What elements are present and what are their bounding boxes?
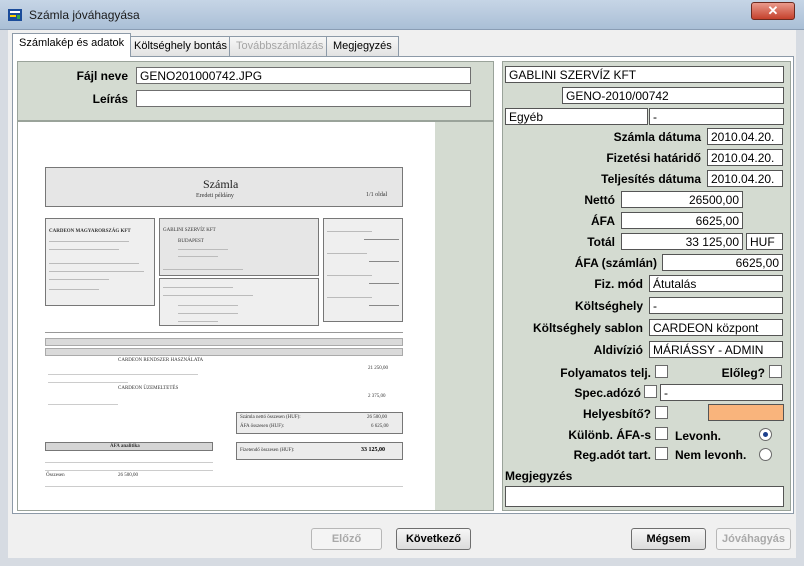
note-field[interactable] (505, 486, 784, 507)
item-2-name: CARDEON ÜZEMELTETÉS (118, 386, 179, 391)
item-1-name: CARDEON RENDSZER HASZNÁLATA (118, 358, 204, 363)
invoice-header-box: Számla Eredeti példány 1/1 oldal (45, 167, 403, 207)
deductible-radio[interactable] (759, 428, 772, 441)
deductible-label: Levonh. (675, 429, 722, 443)
title-bar: Számla jóváhagyása ✕ (0, 0, 804, 30)
totals-box: Számla nettó összesen (HUF): 26 500,00 Á… (236, 412, 403, 434)
tab-panel: Fájl neve GENO201000742.JPG Leírás Száml… (12, 56, 794, 514)
total-label: Totál (587, 235, 615, 249)
invoice-date-field[interactable]: 2010.04.20. (707, 128, 783, 145)
non-deductible-label: Nem levonh. (675, 448, 747, 462)
invoice-number-field[interactable]: GENO-2010/00742 (562, 87, 784, 104)
corrector-field[interactable] (708, 404, 784, 421)
currency-field[interactable]: HUF (746, 233, 783, 250)
fulfilment-date-label: Teljesítés dátuma (601, 172, 701, 186)
diff-vat-checkbox[interactable] (655, 427, 668, 440)
category-field[interactable]: Egyéb (505, 108, 648, 125)
category-extra-field[interactable]: - (649, 108, 784, 125)
payment-mode-select[interactable]: Átutalás (649, 275, 783, 292)
due-date-field[interactable]: 2010.04.20. (707, 149, 783, 166)
reg-tax-label: Reg.adót tart. (573, 448, 651, 462)
continuous-fulfilment-label: Folyamatos telj. (560, 366, 651, 380)
vat-on-invoice-field[interactable]: 6625,00 (662, 254, 783, 271)
advance-checkbox[interactable] (769, 365, 782, 378)
tab-cost-breakdown[interactable]: Költséghely bontás (127, 36, 234, 56)
vat-total-label: ÁFA összesen (HUF): (240, 424, 285, 429)
app-icon (8, 9, 22, 21)
close-button[interactable]: ✕ (751, 2, 795, 20)
corrector-checkbox[interactable] (655, 406, 668, 419)
advance-label: Előleg? (721, 366, 765, 380)
invoice-details-panel: GABLINI SZERVÍZ KFT GENO-2010/00742 Egyé… (502, 61, 791, 511)
seller-name: CARDEON MAGYARORSZÁG KFT (49, 229, 131, 234)
invoice-page: 1/1 oldal (366, 192, 388, 198)
continuous-fulfilment-checkbox[interactable] (655, 365, 668, 378)
diff-vat-label: Különb. ÁFA-s (568, 428, 651, 442)
delivery-box (159, 278, 319, 326)
vat-label: ÁFA (591, 214, 615, 228)
buyer-city: BUDAPEST (178, 239, 204, 244)
supplier-field[interactable]: GABLINI SZERVÍZ KFT (505, 66, 784, 83)
vat-analysis-header: ÁFA analitika (45, 442, 213, 451)
cost-center-field[interactable]: - (649, 297, 783, 314)
special-taxpayer-checkbox[interactable] (644, 385, 657, 398)
invoice-image[interactable]: Számla Eredeti példány 1/1 oldal CARDEON… (18, 122, 435, 510)
special-taxpayer-label: Spec.adózó (574, 386, 641, 400)
vat-on-invoice-label: ÁFA (számlán) (574, 256, 657, 270)
vat-total-value: 6 625,00 (371, 424, 389, 429)
dialog-body: Számlakép és adatok Költséghely bontás T… (8, 30, 796, 558)
description-field[interactable] (136, 90, 471, 107)
previous-button: Előző (311, 528, 382, 550)
file-name-label: Fájl neve (76, 69, 128, 83)
tab-note[interactable]: Megjegyzés (326, 36, 399, 56)
cost-template-label: Költséghely sablon (532, 321, 643, 335)
cancel-button[interactable]: Mégsem (631, 528, 706, 550)
description-label: Leírás (92, 92, 128, 106)
vat-analysis-title: ÁFA analitika (110, 444, 140, 449)
payable-box: Fizetendő összesen (HUF): 33 125,00 (236, 442, 403, 460)
buyer-name: GABLINI SZERVÍZ KFT (163, 228, 216, 233)
item-1-total: 21 250,00 (368, 366, 388, 371)
item-table-header-2 (45, 348, 403, 356)
invoice-preview-area: Számla Eredeti példány 1/1 oldal CARDEON… (17, 121, 494, 511)
invoice-title: Számla (203, 177, 239, 191)
note-label: Megjegyzés (505, 469, 573, 483)
item-table-header-1 (45, 338, 403, 346)
file-info-panel: Fájl neve GENO201000742.JPG Leírás (17, 61, 494, 121)
due-date-label: Fizetési határidő (606, 151, 701, 165)
total-field[interactable]: 33 125,00 (621, 233, 743, 250)
tab-invoice-image[interactable]: Számlakép és adatok (12, 33, 132, 57)
payable-label: Fizetendő összesen (HUF): (240, 448, 295, 453)
payable-value: 33 125,00 (361, 447, 385, 453)
invoice-date-label: Számla dátuma (613, 130, 701, 144)
corrector-label: Helyesbítő? (582, 407, 651, 421)
window-title: Számla jóváhagyása (29, 8, 140, 22)
special-taxpayer-field[interactable]: - (660, 384, 783, 401)
net-total-value: 26 500,00 (367, 415, 387, 420)
net-total-label: Számla nettó összesen (HUF): (240, 415, 301, 420)
seller-box: CARDEON MAGYARORSZÁG KFT (45, 218, 155, 306)
cost-center-label: Költséghely (574, 299, 643, 313)
vat-field[interactable]: 6625,00 (621, 212, 743, 229)
division-label: Aldivízió (593, 343, 643, 357)
dates-box (323, 218, 403, 322)
payment-mode-label: Fiz. mód (594, 277, 643, 291)
fulfilment-date-field[interactable]: 2010.04.20. (707, 170, 783, 187)
division-select[interactable]: MÁRIÁSSY - ADMIN (649, 341, 783, 358)
vat-summary-value: 26 500,00 (118, 473, 138, 478)
tab-reinvoicing: Továbbszámlázás (229, 36, 331, 56)
net-label: Nettó (584, 193, 615, 207)
approve-button: Jóváhagyás (716, 528, 791, 550)
invoice-subtitle: Eredeti példány (196, 193, 234, 199)
vat-summary-label: Összesen (46, 473, 65, 478)
item-2-total: 2 375,00 (368, 394, 386, 399)
file-name-field[interactable]: GENO201000742.JPG (136, 67, 471, 84)
buyer-box: GABLINI SZERVÍZ KFT BUDAPEST (159, 218, 319, 276)
net-field[interactable]: 26500,00 (621, 191, 743, 208)
non-deductible-radio[interactable] (759, 448, 772, 461)
reg-tax-checkbox[interactable] (655, 447, 668, 460)
next-button[interactable]: Következő (396, 528, 471, 550)
cost-template-select[interactable]: CARDEON központ (649, 319, 783, 336)
